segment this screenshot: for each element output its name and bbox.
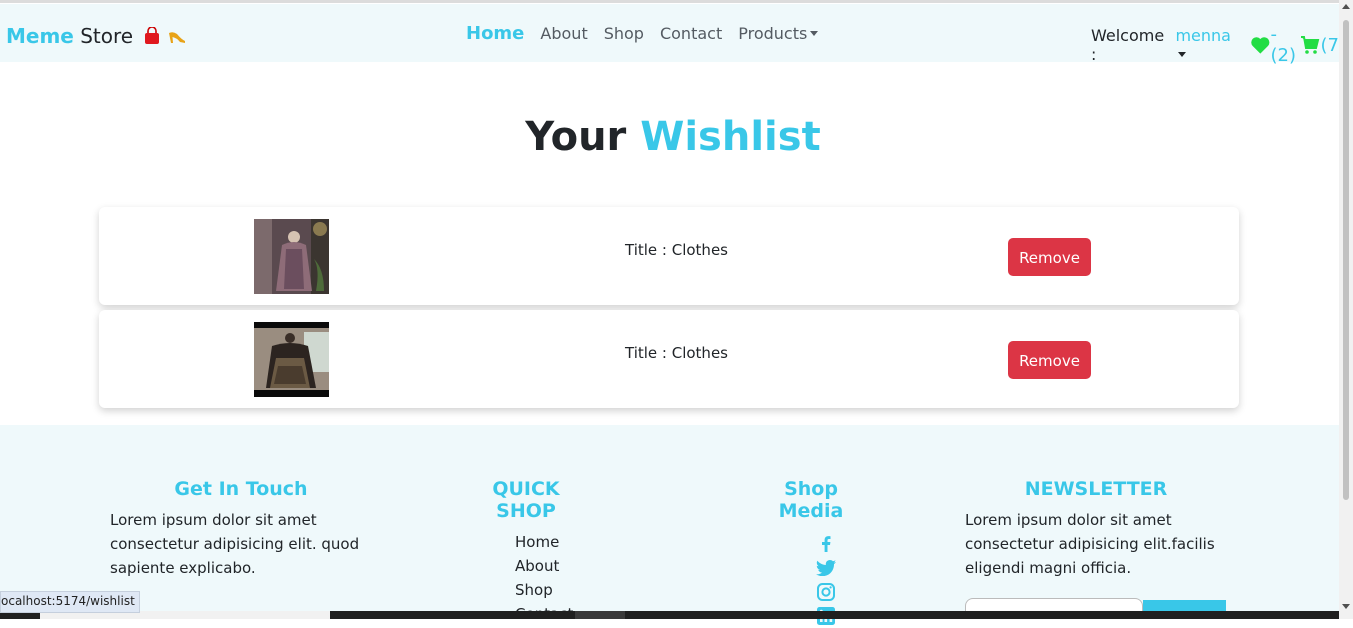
vertical-scrollbar[interactable] xyxy=(1339,0,1353,619)
taskbar-app-button[interactable] xyxy=(575,611,625,619)
page-title-part2: Wishlist xyxy=(640,114,821,160)
footer-newsletter: NEWSLETTER Lorem ipsum dolor sit amet co… xyxy=(965,478,1227,580)
products-label: Products xyxy=(738,24,808,43)
user-menu-toggle[interactable]: menna xyxy=(1175,26,1237,64)
footer-shop-media: Shop Media xyxy=(750,478,872,628)
page-title-part1: Your xyxy=(525,114,627,160)
product-thumbnail[interactable] xyxy=(254,322,329,397)
item-title: Title : Clothes xyxy=(625,241,728,259)
footer-link-home[interactable]: Home xyxy=(515,530,592,554)
nav-link-contact[interactable]: Contact xyxy=(660,24,722,43)
scrollbar-thumb[interactable] xyxy=(1343,20,1349,500)
chevron-down-icon xyxy=(810,31,819,36)
main-nav: Home About Shop Contact Products xyxy=(466,23,834,44)
username: menna xyxy=(1175,26,1231,45)
wishlist-item: Title : Clothes Remove xyxy=(99,207,1239,305)
window-top-border xyxy=(0,0,1353,3)
footer-heading: Shop Media xyxy=(778,478,844,522)
shopping-bag-icon xyxy=(143,26,161,50)
footer-get-in-touch: Get In Touch Lorem ipsum dolor sit amet … xyxy=(110,478,372,580)
facebook-icon[interactable] xyxy=(821,532,831,556)
nav-dropdown-products[interactable]: Products xyxy=(738,24,819,43)
wishlist-count: -(2) xyxy=(1270,24,1296,66)
high-heel-icon xyxy=(168,26,186,50)
footer: Get In Touch Lorem ipsum dolor sit amet … xyxy=(0,425,1346,625)
scroll-down-arrow-icon[interactable] xyxy=(1342,604,1350,609)
wishlist-item: Title : Clothes Remove xyxy=(99,310,1239,408)
user-area: Welcome : menna -(2) (7) xyxy=(1091,24,1346,66)
product-thumbnail[interactable] xyxy=(254,219,329,294)
nav-link-about[interactable]: About xyxy=(540,24,587,43)
welcome-label: Welcome : xyxy=(1091,26,1165,64)
cart-icon xyxy=(1301,36,1320,54)
footer-heading: QUICK SHOP xyxy=(492,478,560,522)
nav-link-home[interactable]: Home xyxy=(466,23,524,44)
twitter-icon[interactable] xyxy=(816,556,836,580)
remove-button[interactable]: Remove xyxy=(1008,341,1091,379)
wishlist-link[interactable]: -(2) xyxy=(1250,24,1301,66)
item-title: Title : Clothes xyxy=(625,344,728,362)
footer-heading: NEWSLETTER xyxy=(1024,478,1168,500)
brand-logo[interactable]: Meme Store xyxy=(6,24,186,50)
footer-newsletter-text: Lorem ipsum dolor sit amet consectetur a… xyxy=(965,511,1215,577)
footer-heading: Get In Touch xyxy=(174,478,308,500)
browser-status-url: ocalhost:5174/wishlist xyxy=(0,591,140,613)
footer-touch-text: Lorem ipsum dolor sit amet consectetur a… xyxy=(110,511,360,577)
nav-link-shop[interactable]: Shop xyxy=(604,24,644,43)
navbar: Meme Store Home About Shop Contact Produ… xyxy=(0,4,1346,66)
heart-icon xyxy=(1251,37,1270,54)
scroll-up-arrow-icon[interactable] xyxy=(1342,4,1350,9)
footer-link-shop[interactable]: Shop xyxy=(515,578,592,602)
brand-name-part1: Meme xyxy=(6,24,74,48)
remove-button[interactable]: Remove xyxy=(1008,238,1091,276)
page-title: Your Wishlist xyxy=(0,114,1346,160)
footer-quick-shop: QUICK SHOP Home About Shop Contact xyxy=(460,478,592,626)
instagram-icon[interactable] xyxy=(817,580,835,604)
brand-name-part2: Store xyxy=(80,24,134,48)
footer-link-about[interactable]: About xyxy=(515,554,592,578)
chevron-down-icon xyxy=(1178,52,1187,57)
